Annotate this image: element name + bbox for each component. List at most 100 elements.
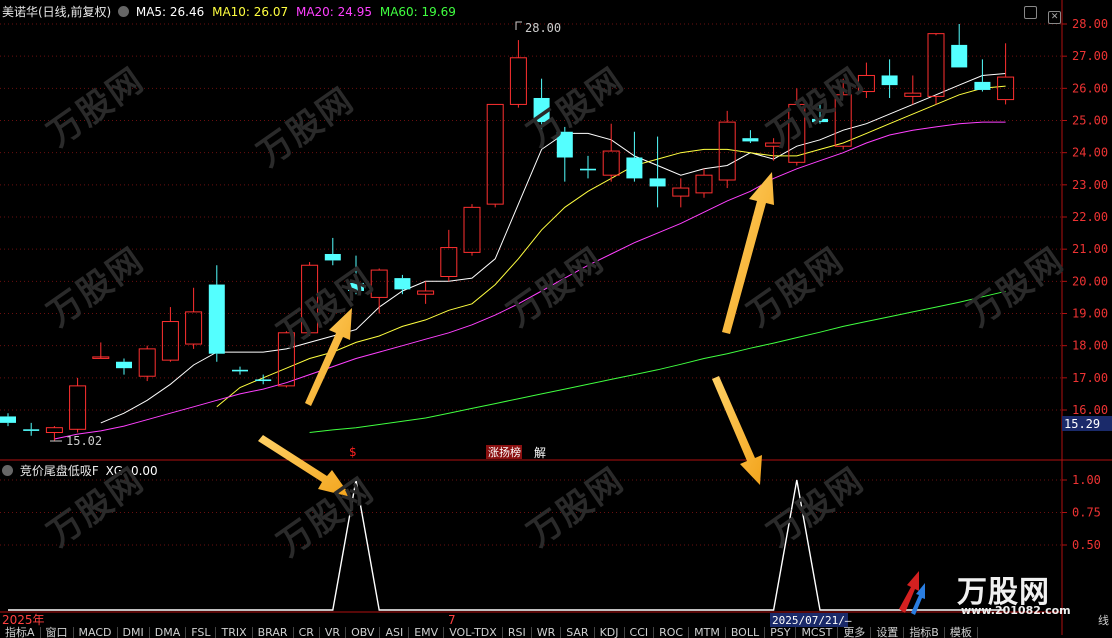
candle[interactable] xyxy=(834,78,852,150)
event-marker-s[interactable]: $ xyxy=(349,445,357,459)
chart-canvas[interactable]: 28.00 27.00 26.00 25.00 24.00 23.00 22.00 21.00… xyxy=(0,0,1112,635)
candle[interactable] xyxy=(927,33,945,105)
candle[interactable] xyxy=(138,345,156,382)
tab-item[interactable]: 设置 xyxy=(871,627,905,638)
window-controls: ✕ xyxy=(1024,4,1062,24)
tab-item[interactable]: MCST xyxy=(796,627,839,638)
price-tick-label: 26.00 xyxy=(1072,81,1108,95)
candle[interactable] xyxy=(486,103,504,208)
candle-body-up xyxy=(672,187,690,197)
candle[interactable] xyxy=(881,59,898,98)
tab-item[interactable]: 指标B xyxy=(904,627,945,638)
arrow-up-right xyxy=(722,172,774,334)
candle[interactable] xyxy=(161,307,179,362)
tab-item[interactable]: FSL xyxy=(186,627,217,638)
close-icon[interactable]: ✕ xyxy=(1048,11,1062,24)
candle[interactable] xyxy=(649,136,666,208)
candle[interactable] xyxy=(580,155,596,179)
candle[interactable] xyxy=(232,366,248,375)
candle[interactable] xyxy=(951,24,968,68)
brand-arrow-icon xyxy=(899,571,925,615)
tab-item[interactable]: 更多 xyxy=(838,627,872,638)
stock-title[interactable]: 美诺华(日线,前复权) xyxy=(2,5,111,19)
candle[interactable] xyxy=(0,413,16,427)
svg-text:28.00: 28.00 xyxy=(525,21,561,35)
candle-body-up xyxy=(765,142,783,147)
settings-icon[interactable] xyxy=(1024,6,1037,19)
tab-item[interactable]: KDJ xyxy=(595,627,625,638)
tab-item[interactable]: 指标A xyxy=(0,627,41,638)
candle[interactable] xyxy=(301,262,319,337)
tab-item[interactable]: VOL-TDX xyxy=(444,627,503,638)
candle-body-up xyxy=(161,321,179,361)
arrow-down-left xyxy=(258,435,351,497)
tab-item[interactable]: CR xyxy=(294,627,320,638)
line-label: 线 xyxy=(1098,613,1109,627)
candle[interactable] xyxy=(742,130,759,144)
tab-item[interactable]: SAR xyxy=(561,627,595,638)
dropdown-icon[interactable] xyxy=(118,6,130,17)
candle-body-up xyxy=(138,348,156,377)
tab-item[interactable]: ROC xyxy=(654,627,690,638)
candle[interactable] xyxy=(417,281,435,304)
candle[interactable] xyxy=(904,75,922,105)
tab-item[interactable]: CCI xyxy=(625,627,655,638)
candle[interactable] xyxy=(277,331,295,388)
tab-item[interactable]: VR xyxy=(320,627,347,638)
price-tick-label: 27.00 xyxy=(1072,49,1108,63)
event-marker-jie[interactable]: 解 xyxy=(534,446,546,460)
tab-item[interactable]: BOLL xyxy=(726,627,766,638)
tab-item[interactable]: OBV xyxy=(346,627,381,638)
date-cursor-label: 2025/07/21/— xyxy=(770,613,852,627)
candle[interactable] xyxy=(185,287,203,349)
tab-item[interactable]: MTM xyxy=(689,627,726,638)
candle[interactable] xyxy=(255,374,272,385)
price-gridlines xyxy=(0,23,1062,411)
candle[interactable] xyxy=(556,126,573,182)
tab-item[interactable]: 模板 xyxy=(945,627,978,638)
candle[interactable] xyxy=(324,237,341,266)
tab-item[interactable]: MACD xyxy=(74,627,118,638)
xg-line xyxy=(8,479,1006,611)
candle-body-down xyxy=(23,429,40,431)
candle[interactable] xyxy=(116,358,132,375)
ma10-label: MA10: 26.07 xyxy=(212,5,289,19)
candle[interactable] xyxy=(695,168,713,198)
candle[interactable] xyxy=(626,131,643,182)
candle[interactable] xyxy=(857,62,875,98)
indicator-dropdown-icon[interactable] xyxy=(2,465,13,476)
candle[interactable] xyxy=(69,377,87,433)
candle-body-up xyxy=(417,290,435,295)
candle[interactable] xyxy=(440,229,458,282)
candle-body-up xyxy=(904,92,922,97)
tab-item[interactable]: ASI xyxy=(380,627,410,638)
candle[interactable] xyxy=(92,342,110,359)
tab-item[interactable]: WR xyxy=(532,627,562,638)
tab-item[interactable]: RSI xyxy=(503,627,532,638)
candle-body-up xyxy=(695,174,713,194)
tab-item[interactable]: BRAR xyxy=(253,627,294,638)
candle-body-up xyxy=(857,74,875,93)
candle[interactable] xyxy=(348,255,364,295)
candle[interactable] xyxy=(812,102,828,124)
candle[interactable] xyxy=(394,274,411,295)
tab-item[interactable]: 窗口 xyxy=(41,627,74,638)
candle-body-down xyxy=(324,253,341,261)
tab-item[interactable]: DMA xyxy=(150,627,187,638)
candle[interactable] xyxy=(23,422,40,436)
tab-item[interactable]: PSY xyxy=(765,627,797,638)
candlesticks[interactable] xyxy=(0,24,1015,442)
tab-item[interactable]: TRIX xyxy=(216,627,253,638)
candle[interactable] xyxy=(463,204,481,256)
candle[interactable] xyxy=(509,40,527,108)
candle-body-down xyxy=(348,282,364,291)
candle[interactable] xyxy=(208,265,225,362)
candle[interactable] xyxy=(370,268,388,314)
tab-item[interactable]: EMV xyxy=(409,627,445,638)
candle[interactable] xyxy=(533,78,550,131)
tab-item[interactable]: DMI xyxy=(118,627,150,638)
candle[interactable] xyxy=(45,426,63,442)
event-marker-limit[interactable]: 涨扬榜 xyxy=(486,445,522,459)
indicator-name[interactable]: 竞价尾盘低吸F xyxy=(20,464,99,478)
candle[interactable] xyxy=(672,178,690,208)
